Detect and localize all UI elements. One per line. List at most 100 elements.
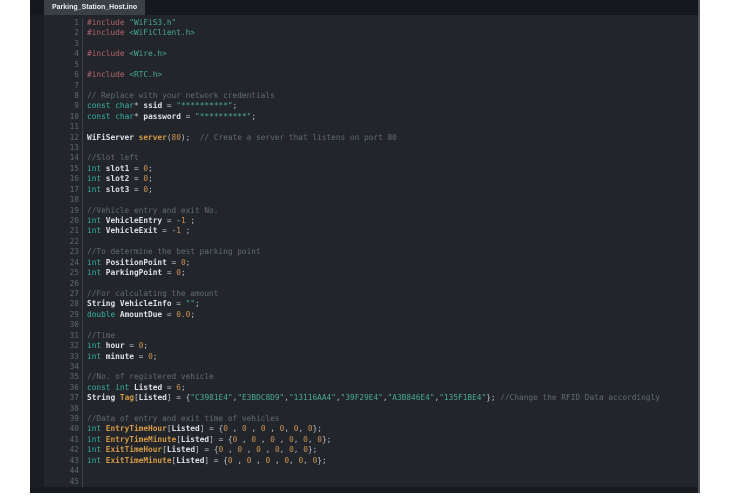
code-line[interactable]: 16 int slot2 = 0; bbox=[30, 174, 698, 185]
code-line[interactable]: 36 const int Listed = 6; bbox=[30, 382, 698, 394]
code-line[interactable]: 30 bbox=[30, 320, 698, 331]
code-line[interactable]: 34 bbox=[30, 361, 698, 373]
line-number[interactable]: 12 bbox=[30, 133, 82, 143]
line-number[interactable]: 11 bbox=[30, 122, 82, 132]
code-line[interactable]: 32 int hour = 0; bbox=[30, 341, 698, 352]
code-line[interactable]: 43 int ExitTimeMinute[Listed] = {0 , 0 , … bbox=[30, 455, 698, 467]
code-line[interactable]: 20 int VehicleEntry = -1 ; bbox=[30, 216, 698, 227]
code-line[interactable]: 4 #include <Wire.h> bbox=[30, 49, 698, 60]
line-number[interactable]: 20 bbox=[30, 216, 82, 226]
code-line[interactable]: 19//Vehicle entry and exit No. bbox=[30, 205, 698, 217]
code-line[interactable]: 23//To determine the best parking point bbox=[30, 247, 698, 258]
line-number[interactable]: 29 bbox=[30, 310, 82, 320]
code-text bbox=[82, 320, 698, 331]
line-number[interactable]: 15 bbox=[30, 164, 82, 174]
line-number[interactable]: 36 bbox=[30, 383, 82, 393]
horizontal-scrollbar[interactable] bbox=[30, 487, 698, 493]
line-number[interactable]: 37 bbox=[30, 393, 82, 403]
code-line[interactable]: 2 #include <WiFiClient.h> bbox=[30, 28, 698, 39]
code-line[interactable]: 10 const char* password = "**********"; bbox=[30, 111, 698, 123]
line-number[interactable]: 9 bbox=[30, 101, 82, 111]
code-line[interactable]: 44 bbox=[30, 466, 698, 477]
code-line[interactable]: 22 bbox=[30, 236, 698, 248]
code-line[interactable]: 28 String VehicleInfo = ""; bbox=[30, 299, 698, 310]
line-number[interactable]: 26 bbox=[30, 279, 82, 289]
line-number[interactable]: 40 bbox=[30, 424, 82, 434]
code-line[interactable]: 11 bbox=[30, 122, 698, 133]
line-number[interactable]: 39 bbox=[30, 414, 82, 424]
editor-area[interactable]: 1 #include "WiFiS3.h" 2 #include <WiFiClien… bbox=[30, 15, 698, 487]
line-number[interactable]: 22 bbox=[30, 237, 82, 247]
line-number[interactable]: 4 bbox=[30, 49, 82, 59]
line-number[interactable]: 2 bbox=[30, 28, 82, 38]
code-text: //Vehicle entry and exit No. bbox=[82, 205, 698, 217]
vertical-scrollbar[interactable] bbox=[698, 0, 700, 493]
line-number[interactable]: 13 bbox=[30, 143, 82, 153]
code-line[interactable]: 35//No. of registered vehicle bbox=[30, 372, 698, 383]
code-line[interactable]: 38 bbox=[30, 403, 698, 415]
code-text bbox=[82, 236, 698, 248]
code-line[interactable]: 6 #include <RTC.h> bbox=[30, 70, 698, 81]
code-line[interactable]: 45 bbox=[30, 476, 698, 487]
line-number[interactable]: 1 bbox=[30, 18, 82, 28]
code-line[interactable]: 31//Time bbox=[30, 330, 698, 342]
line-number[interactable]: 32 bbox=[30, 341, 82, 351]
line-number[interactable]: 23 bbox=[30, 247, 82, 257]
line-number[interactable]: 19 bbox=[30, 206, 82, 216]
code-line[interactable]: 29 double AmountDue = 0.0; bbox=[30, 309, 698, 321]
line-number[interactable]: 14 bbox=[30, 153, 82, 163]
code-text bbox=[82, 195, 698, 206]
tab-parking-station-host[interactable]: Parking_Station_Host.ino bbox=[44, 0, 146, 15]
line-number[interactable]: 43 bbox=[30, 456, 82, 466]
line-number[interactable]: 8 bbox=[30, 91, 82, 101]
line-number[interactable]: 38 bbox=[30, 404, 82, 414]
code-line[interactable]: 37 String Tag[Listed] = {"C3981E4","E3BDC… bbox=[30, 393, 698, 404]
line-number[interactable]: 6 bbox=[30, 70, 82, 80]
code-line[interactable]: 7 bbox=[30, 80, 698, 91]
line-number[interactable]: 24 bbox=[30, 258, 82, 268]
line-number[interactable]: 27 bbox=[30, 289, 82, 299]
code-line[interactable]: 41 int EntryTimeMinute[Listed] = {0 , 0 ,… bbox=[30, 434, 698, 446]
line-number[interactable]: 44 bbox=[30, 466, 82, 476]
line-number[interactable]: 41 bbox=[30, 435, 82, 445]
code-line[interactable]: 9 const char* ssid = "**********"; bbox=[30, 101, 698, 112]
code-line[interactable]: 15 int slot1 = 0; bbox=[30, 163, 698, 175]
line-number[interactable]: 18 bbox=[30, 195, 82, 205]
line-number[interactable]: 33 bbox=[30, 352, 82, 362]
line-number[interactable]: 16 bbox=[30, 174, 82, 184]
line-number[interactable]: 45 bbox=[30, 477, 82, 487]
code-line[interactable]: 13 bbox=[30, 143, 698, 154]
code-line[interactable]: 25 int ParkingPoint = 0; bbox=[30, 268, 698, 279]
line-number[interactable]: 5 bbox=[30, 60, 82, 70]
code-text: #include <WiFiClient.h> bbox=[82, 28, 698, 39]
code-line[interactable]: 5 bbox=[30, 59, 698, 71]
code-line[interactable]: 3 bbox=[30, 38, 698, 50]
code-text: int ParkingPoint = 0; bbox=[82, 268, 698, 279]
line-number[interactable]: 34 bbox=[30, 362, 82, 372]
code-line[interactable]: 24 int PositionPoint = 0; bbox=[30, 257, 698, 269]
code-line[interactable]: 18 bbox=[30, 195, 698, 206]
line-number[interactable]: 7 bbox=[30, 81, 82, 91]
line-number[interactable]: 28 bbox=[30, 299, 82, 309]
line-number[interactable]: 35 bbox=[30, 372, 82, 382]
line-number[interactable]: 25 bbox=[30, 268, 82, 278]
line-number[interactable]: 3 bbox=[30, 39, 82, 49]
line-number[interactable]: 17 bbox=[30, 185, 82, 195]
code-line[interactable]: 17 int slot3 = 0; bbox=[30, 184, 698, 196]
code-line[interactable]: 8// Replace with your network credential… bbox=[30, 90, 698, 102]
code-line[interactable]: 33 int minute = 0; bbox=[30, 351, 698, 362]
line-number[interactable]: 30 bbox=[30, 320, 82, 330]
line-number[interactable]: 42 bbox=[30, 445, 82, 455]
code-line[interactable]: 42 int ExitTimeHour[Listed] = {0 , 0 , 0 … bbox=[30, 445, 698, 456]
line-number[interactable]: 21 bbox=[30, 226, 82, 236]
code-line[interactable]: 40 int EntryTimeHour[Listed] = {0 , 0 , 0… bbox=[30, 424, 698, 435]
line-number[interactable]: 31 bbox=[30, 331, 82, 341]
code-line[interactable]: 39//Data of entry and exit time of vehic… bbox=[30, 414, 698, 425]
code-line[interactable]: 1 #include "WiFiS3.h" bbox=[30, 18, 698, 29]
code-line[interactable]: 14//Slot left bbox=[30, 153, 698, 164]
code-line[interactable]: 27//For calculating the amount bbox=[30, 288, 698, 300]
code-line[interactable]: 26 bbox=[30, 278, 698, 289]
code-line[interactable]: 12 WiFiServer server(80); // Create a ser… bbox=[30, 132, 698, 144]
line-number[interactable]: 10 bbox=[30, 112, 82, 122]
code-line[interactable]: 21 int VehicleExit = -1 ; bbox=[30, 226, 698, 237]
